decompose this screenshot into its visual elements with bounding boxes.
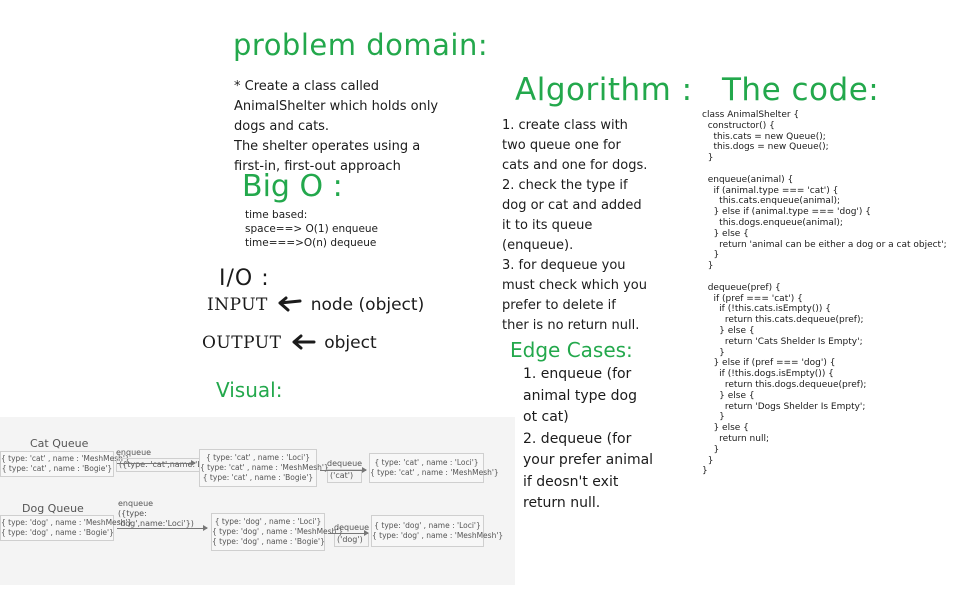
algorithm-title: Algorithm : xyxy=(515,72,693,108)
visual-title: Visual: xyxy=(216,378,283,402)
edge-line: return null. xyxy=(523,495,601,511)
output-label: OUTPUT xyxy=(202,333,282,353)
big-o-line: time based: xyxy=(245,209,308,221)
cat-queue-initial-box: { type: 'cat' , name : 'MeshMesh'} { typ… xyxy=(0,451,130,477)
algorithm-line: it to its queue xyxy=(502,218,593,233)
label-line: ({type: xyxy=(118,509,147,518)
queue-node: { type: 'cat' , name : 'Bogie'} xyxy=(1,464,113,473)
edge-line: 1. enqueue (for xyxy=(523,366,632,382)
cat-queue-after-dequeue-box: { type: 'cat' , name : 'Loci'} { type: '… xyxy=(369,453,499,483)
dog-dequeue-arrow xyxy=(328,530,369,536)
big-o-title: Big O : xyxy=(242,169,343,204)
edge-cases-text: 1. enqueue (for animal type dog ot cat) … xyxy=(523,364,653,515)
queue-node: { type: 'dog' , name : 'MeshMesh'} xyxy=(372,531,504,540)
code-title: The code: xyxy=(722,72,880,108)
big-o-line: time===>O(n) dequeue xyxy=(245,237,377,249)
queue-node: { type: 'dog' , name : 'Bogie'} xyxy=(212,537,325,546)
big-o-line: space==> O(1) enqueue xyxy=(245,223,379,235)
edge-line: your prefer animal xyxy=(523,452,654,468)
output-value: object xyxy=(324,333,377,353)
queue-node: { type: 'dog' , name : 'MeshMesh'} xyxy=(1,518,133,527)
problem-domain-title: problem domain: xyxy=(233,28,489,62)
label-line: dequeue xyxy=(327,459,363,468)
cat-dequeue-arrow xyxy=(320,467,367,473)
label-line: ('cat') xyxy=(327,469,363,483)
edge-line: if deosn't exit xyxy=(523,473,619,490)
cat-enqueue-arrow xyxy=(117,460,196,466)
queue-node: { type: 'cat' , name : 'MeshMesh'} xyxy=(370,468,499,477)
big-o-text: time based: space==> O(1) enqueue time==… xyxy=(245,208,378,250)
edge-cases-title: Edge Cases: xyxy=(510,338,633,362)
code-block: class AnimalShelter { constructor() { th… xyxy=(702,110,947,477)
label-line: enqueue xyxy=(118,499,154,508)
problem-domain-text: * Create a class called AnimalShelter wh… xyxy=(234,77,464,177)
cat-queue-after-enqueue-box: { type: 'cat' , name : 'Loci'} { type: '… xyxy=(199,449,329,487)
queue-node: { type: 'dog' , name : 'MeshMesh'} xyxy=(212,527,344,536)
algorithm-line: two queue one for xyxy=(502,138,621,153)
queue-node: { type: 'dog' , name : 'Loci'} xyxy=(374,521,481,530)
dog-queue-title: Dog Queue xyxy=(22,502,84,515)
edge-line: ot cat) xyxy=(523,409,569,425)
input-value: node (object) xyxy=(310,295,425,315)
edge-line: 2. dequeue (for xyxy=(523,430,632,447)
algorithm-line: ther is no return null. xyxy=(502,318,640,333)
queue-node: { type: 'dog' , name : 'Loci'} xyxy=(214,517,322,526)
algorithm-line: 3. for dequeue you xyxy=(502,258,626,273)
queue-node: { type: 'cat' , name : 'Loci'} xyxy=(374,458,479,467)
cat-queue-title: Cat Queue xyxy=(30,437,89,450)
algorithm-line: must check which you xyxy=(502,278,647,293)
queue-diagram: Cat Queue { type: 'cat' , name : 'MeshMe… xyxy=(0,417,515,585)
problem-line: * Create a class called xyxy=(234,79,380,94)
input-label: INPUT xyxy=(207,295,268,315)
algorithm-text: 1. create class with two queue one for c… xyxy=(502,116,672,336)
problem-line: dogs and cats. xyxy=(234,119,330,134)
dog-enqueue-arrow xyxy=(117,525,208,531)
queue-node: { type: 'cat' , name : 'Loci'} xyxy=(205,453,311,462)
queue-node: { type: 'dog' , name : 'Bogie'} xyxy=(1,528,114,537)
problem-line: AnimalShelter which holds only xyxy=(234,99,439,114)
algorithm-line: cats and one for dogs. xyxy=(502,158,648,173)
arrow-left-icon xyxy=(292,334,316,350)
dog-queue-initial-box: { type: 'dog' , name : 'MeshMesh'} { typ… xyxy=(0,515,133,541)
queue-node: { type: 'cat' , name : 'MeshMesh'} xyxy=(1,454,130,463)
dog-queue-after-dequeue-box: { type: 'dog' , name : 'Loci'} { type: '… xyxy=(371,515,504,547)
queue-node: { type: 'cat' , name : 'Bogie'} xyxy=(202,473,314,482)
edge-line: animal type dog xyxy=(523,387,637,404)
algorithm-line: prefer to delete if xyxy=(502,298,616,313)
dog-enqueue-label: enqueue ({type: 'dog',name:'Loci'}) xyxy=(118,499,194,529)
io-input-row: INPUT node (object) xyxy=(207,295,424,315)
io-title: I/O : xyxy=(219,266,270,291)
algorithm-line: 2. check the type if xyxy=(502,178,628,193)
problem-line: The shelter operates using a xyxy=(234,139,421,154)
algorithm-line: dog or cat and added xyxy=(502,198,642,213)
queue-node: { type: 'cat' , name : 'MeshMesh'} xyxy=(200,463,329,472)
algorithm-line: 1. create class with xyxy=(502,118,628,133)
io-output-row: OUTPUT object xyxy=(202,333,377,353)
cat-dequeue-label: dequeue ('cat') xyxy=(327,459,363,483)
algorithm-line: (enqueue). xyxy=(502,238,574,253)
arrow-left-icon xyxy=(278,296,302,312)
dog-queue-after-enqueue-box: { type: 'dog' , name : 'Loci'} { type: '… xyxy=(211,513,344,551)
